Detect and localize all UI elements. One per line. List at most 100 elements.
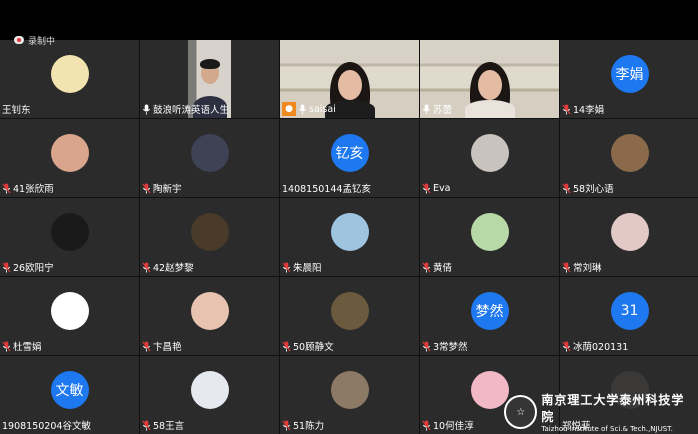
participant-tile[interactable]: 卞昌艳 (140, 277, 279, 355)
participant-tile[interactable]: 朱晨阳 (280, 198, 419, 276)
participant-name-label: 王钊东 (2, 102, 31, 116)
participant-name: 王钊东 (2, 105, 31, 116)
participant-name: 1908150204谷文敏 (2, 421, 91, 432)
participant-name-label: 冰荫020131 (562, 339, 628, 353)
mic-icon (2, 183, 11, 194)
watermark-chinese: 南京理工大学泰州科技学院 (541, 393, 685, 424)
mic-icon (422, 104, 431, 115)
participant-tile[interactable]: Eva (420, 119, 559, 197)
participant-grid: 王钊东 鼓浪听涛英语人生 ● saisai 苏蕾 李娟 14李娟 41张欣雨 陶新宇 钇亥 1408… (0, 40, 698, 434)
avatar: 文敏 (50, 371, 89, 409)
participant-name: Eva (433, 182, 451, 194)
avatar (330, 213, 369, 251)
avatar (470, 371, 509, 409)
participant-tile[interactable]: 李娟 14李娟 (560, 40, 698, 118)
participant-tile[interactable]: 黄倩 (420, 198, 559, 276)
avatar: 梦然 (470, 292, 509, 330)
participant-name-label: saisai (298, 102, 336, 116)
avatar (50, 134, 89, 172)
participant-name-label: 51陈力 (282, 418, 324, 432)
participant-name-label: 1908150204谷文敏 (2, 418, 91, 432)
participant-tile[interactable]: 58王言 (140, 356, 279, 434)
participant-tile[interactable]: 26欧阳宁 (0, 198, 139, 276)
avatar (190, 371, 229, 409)
school-logo-icon: ☆ (504, 395, 538, 429)
avatar (50, 213, 89, 251)
participant-name-label: 26欧阳宁 (2, 260, 54, 274)
participant-tile[interactable]: 常刘琳 (560, 198, 698, 276)
participant-tile[interactable]: ● saisai (280, 40, 419, 118)
participant-name-label: 1408150144孟钇亥 (282, 181, 371, 195)
participant-name: 苏蕾 (433, 105, 453, 116)
mic-icon (282, 420, 291, 431)
participant-name: 陶新宇 (153, 184, 182, 195)
participant-name-label: 朱晨阳 (282, 260, 322, 274)
avatar: 李娟 (610, 55, 649, 93)
mic-icon (562, 183, 571, 194)
participant-tile[interactable]: 58刘心语 (560, 119, 698, 197)
mic-icon (562, 104, 571, 115)
mic-icon (142, 262, 151, 273)
mic-icon (282, 341, 291, 352)
participant-name-label: 杜雪娟 (2, 339, 42, 353)
avatar (50, 55, 89, 93)
mic-icon (142, 183, 151, 194)
participant-name: 3常梦然 (433, 342, 468, 353)
participant-tile[interactable]: 41张欣雨 (0, 119, 139, 197)
participant-tile[interactable]: 杜雪娟 (0, 277, 139, 355)
participant-name: 1408150144孟钇亥 (282, 184, 371, 195)
participant-name: 51陈力 (293, 421, 325, 432)
participant-tile[interactable]: 31 冰荫020131 (560, 277, 698, 355)
avatar (190, 134, 229, 172)
participant-name-label: 58刘心语 (562, 181, 614, 195)
recording-indicator[interactable]: 录制中 (14, 34, 56, 47)
avatar (330, 292, 369, 330)
participant-name: 42赵梦黎 (153, 263, 194, 274)
participant-name: 50顾静文 (293, 342, 334, 353)
participant-tile[interactable]: 梦然 3常梦然 (420, 277, 559, 355)
participant-name: 鼓浪听涛英语人生 (153, 105, 230, 116)
participant-tile[interactable]: 王钊东 (0, 40, 139, 118)
mic-icon (298, 104, 307, 115)
participant-name: 黄倩 (433, 263, 453, 274)
avatar (610, 213, 649, 251)
participant-name-label: 10何佳淳 (422, 418, 474, 432)
avatar (330, 371, 369, 409)
school-watermark: ☆ 南京理工大学泰州科技学院 Taizhou Institute of Sci.… (504, 393, 694, 433)
participant-name-label: 50顾静文 (282, 339, 334, 353)
participant-name: 常刘琳 (573, 263, 602, 274)
mic-icon (142, 104, 151, 115)
participant-name-label: 42赵梦黎 (142, 260, 194, 274)
participant-name: 10何佳淳 (433, 421, 474, 432)
mic-icon (422, 420, 431, 431)
avatar (50, 292, 89, 330)
participant-tile[interactable]: 苏蕾 (420, 40, 559, 118)
participant-tile[interactable]: 陶新宇 (140, 119, 279, 197)
mic-icon (562, 262, 571, 273)
participant-tile[interactable]: 文敏 1908150204谷文敏 (0, 356, 139, 434)
participant-name: 杜雪娟 (13, 342, 42, 353)
participant-name: saisai (309, 103, 336, 115)
participant-name: 41张欣雨 (13, 184, 54, 195)
avatar (470, 213, 509, 251)
participant-tile[interactable]: 鼓浪听涛英语人生 (140, 40, 279, 118)
mic-icon (2, 341, 11, 352)
watermark-english: Taizhou Institute of Sci.& Tech.,NJUST. (541, 425, 673, 433)
mic-icon (142, 420, 151, 431)
host-icon: ● (282, 102, 296, 116)
participant-name-label: 鼓浪听涛英语人生 (142, 102, 229, 116)
recording-label: 录制中 (28, 36, 56, 47)
participant-name: 26欧阳宁 (13, 263, 54, 274)
participant-name: 58王言 (153, 421, 185, 432)
avatar (190, 292, 229, 330)
participant-name-label: 卞昌艳 (142, 339, 182, 353)
participant-tile[interactable]: 42赵梦黎 (140, 198, 279, 276)
participant-tile[interactable]: 51陈力 (280, 356, 419, 434)
participant-name-label: 14李娟 (562, 102, 604, 116)
participant-tile[interactable]: 钇亥 1408150144孟钇亥 (280, 119, 419, 197)
participant-tile[interactable]: 50顾静文 (280, 277, 419, 355)
participant-name-label: Eva (422, 181, 450, 195)
mic-icon (422, 183, 431, 194)
participant-name: 14李娟 (573, 105, 605, 116)
avatar: 31 (610, 292, 649, 330)
